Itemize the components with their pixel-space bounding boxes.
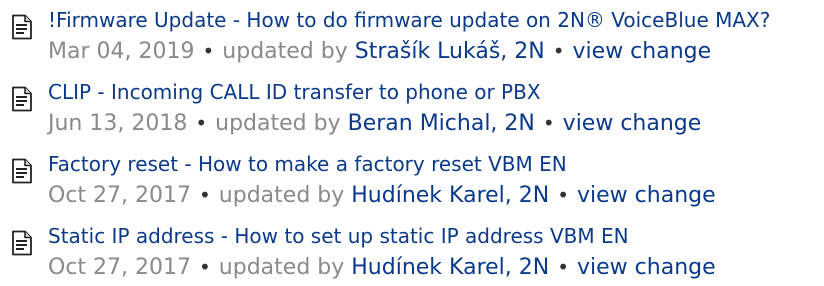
bullet-separator: •: [542, 111, 555, 135]
update-meta: Mar 04, 2019 • updated by Strašík Lukáš, 2…: [48, 36, 711, 67]
author-link[interactable]: Strašík Lukáš, 2N: [355, 39, 545, 64]
author-link[interactable]: Hudínek Karel, 2N: [351, 255, 549, 280]
updated-by-label: updated by: [218, 255, 345, 280]
update-date: Mar 04, 2019: [48, 39, 195, 64]
view-change-link[interactable]: view change: [563, 111, 702, 136]
bullet-separator: •: [199, 255, 211, 279]
document-icon: [10, 14, 34, 40]
bullet-separator: •: [199, 183, 211, 207]
bullet-separator: •: [557, 255, 570, 279]
view-change-link[interactable]: view change: [573, 39, 712, 64]
update-meta: Oct 27, 2017 • updated by Hudínek Karel, 2…: [48, 180, 716, 211]
updated-by-label: updated by: [215, 111, 341, 136]
bullet-separator: •: [202, 39, 215, 63]
recent-updates-list: !Firmware Update - How to do firmware up…: [0, 0, 824, 282]
page-title-link[interactable]: Factory reset - How to make a factory re…: [48, 150, 567, 178]
update-date: Oct 27, 2017: [48, 183, 191, 208]
view-change-link[interactable]: view change: [577, 183, 716, 208]
list-item: CLIP - Incoming CALL ID transfer to phon…: [0, 76, 824, 142]
bullet-separator: •: [557, 183, 570, 207]
view-change-link[interactable]: view change: [577, 255, 716, 280]
page-title-link[interactable]: !Firmware Update - How to do firmware up…: [48, 6, 770, 34]
list-item: Static IP address - How to set up static…: [0, 220, 824, 286]
list-item: Factory reset - How to make a factory re…: [0, 148, 824, 214]
update-date: Jun 13, 2018: [48, 111, 188, 136]
author-link[interactable]: Beran Michal, 2N: [348, 111, 535, 136]
updated-by-label: updated by: [218, 183, 345, 208]
update-meta: Oct 27, 2017 • updated by Hudínek Karel, 2…: [48, 252, 716, 283]
list-item: !Firmware Update - How to do firmware up…: [0, 4, 824, 70]
document-icon: [10, 230, 34, 256]
bullet-separator: •: [552, 39, 565, 63]
author-link[interactable]: Hudínek Karel, 2N: [351, 183, 549, 208]
update-meta: Jun 13, 2018 • updated by Beran Michal, 2N…: [48, 108, 701, 139]
bullet-separator: •: [195, 111, 208, 135]
update-date: Oct 27, 2017: [48, 255, 191, 280]
updated-by-label: updated by: [222, 39, 348, 64]
page-title-link[interactable]: CLIP - Incoming CALL ID transfer to phon…: [48, 78, 541, 106]
page-title-link[interactable]: Static IP address - How to set up static…: [48, 222, 629, 250]
document-icon: [10, 158, 34, 184]
document-icon: [10, 86, 34, 112]
